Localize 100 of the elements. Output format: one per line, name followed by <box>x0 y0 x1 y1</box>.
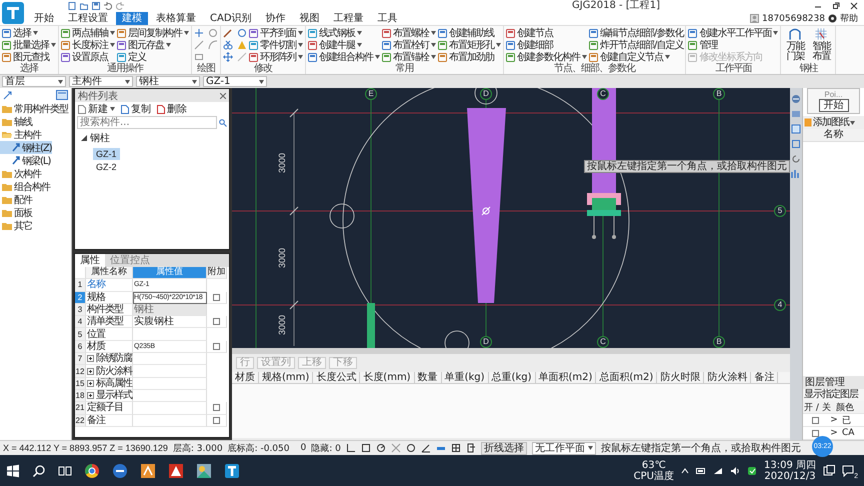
ribbon-button[interactable]: 创建牛腿 <box>308 39 380 51</box>
menu-tab[interactable]: 表格算量 <box>150 12 202 25</box>
windows-icon[interactable] <box>6 464 20 478</box>
tree-item[interactable]: 常用构件类型 <box>0 102 71 115</box>
toolbar-button[interactable]: 复制 <box>121 102 151 116</box>
ribbon-button[interactable]: 两点辅轴 <box>61 27 115 39</box>
rectangle-icon[interactable] <box>194 52 204 62</box>
work-plane-dropdown[interactable]: 无工作平面 <box>532 442 596 454</box>
expand-icon[interactable] <box>87 368 94 375</box>
tree-item[interactable]: 钢梁(L) <box>0 154 71 167</box>
wifi-icon[interactable] <box>713 466 723 474</box>
ribbon-button[interactable]: 创建组合构件 <box>308 51 380 63</box>
ribbon-button[interactable]: 图元查找 <box>2 51 56 63</box>
menu-tab[interactable]: 工程设置 <box>62 12 114 25</box>
expander-icon[interactable] <box>81 135 87 141</box>
polyline-select-button[interactable]: 折线选择 <box>480 442 527 454</box>
app-logo-icon[interactable] <box>2 2 24 24</box>
battery-icon[interactable] <box>696 466 706 474</box>
move-icon[interactable] <box>223 52 233 62</box>
toolbar-button[interactable]: 删除 <box>157 102 187 116</box>
plus-icon[interactable] <box>194 28 204 38</box>
property-value-field[interactable] <box>133 378 207 390</box>
ribbon-button[interactable]: 零件切割 <box>249 39 303 51</box>
tree-item[interactable]: 钢柱 <box>90 131 110 145</box>
chevron-icon[interactable] <box>681 466 689 474</box>
app-icon[interactable] <box>112 462 128 478</box>
new-file-icon[interactable] <box>68 2 76 10</box>
ribbon-button[interactable]: 管理 <box>688 39 778 51</box>
ortho-icon[interactable] <box>346 443 356 453</box>
tree-item[interactable]: 配件 <box>0 193 71 206</box>
ribbon-button[interactable]: 创建细部 <box>506 39 587 51</box>
checkbox[interactable] <box>812 416 818 424</box>
property-value-field[interactable] <box>133 402 207 415</box>
property-value-field[interactable] <box>133 365 207 378</box>
expand-icon[interactable] <box>87 380 94 387</box>
drawing-canvas[interactable]: E D C B D C B 5 4 3000 3000 3000 按鼠标左键指定第一个角点，或拾取构件图元 <box>232 88 790 348</box>
property-value-field[interactable] <box>133 353 207 366</box>
ribbon-button[interactable]: 万能门架 <box>783 27 808 63</box>
component-dropdown[interactable]: GZ-1 <box>203 76 267 87</box>
cross-icon[interactable] <box>390 443 401 453</box>
tree-item[interactable]: 组合构件 <box>0 180 71 193</box>
save-icon[interactable] <box>92 2 100 10</box>
start-button[interactable]: 开始 <box>818 99 848 112</box>
circle-icon[interactable] <box>406 443 416 453</box>
ribbon-button[interactable]: 创建辅助线 <box>438 27 501 39</box>
menu-tab[interactable]: 建模 <box>116 12 148 25</box>
bars-icon[interactable] <box>791 169 801 179</box>
ribbon-button[interactable]: 炸开节点细部/自定义 <box>589 39 684 51</box>
menu-tab[interactable]: CAD识别 <box>204 12 258 25</box>
browser-icon[interactable] <box>84 462 100 478</box>
add-drawing-button[interactable]: 添加图纸 <box>803 116 864 129</box>
checkbox[interactable] <box>812 430 818 436</box>
tree-item[interactable]: 主构件 <box>0 128 71 141</box>
ribbon-button[interactable]: 设置原点 <box>61 51 115 63</box>
panel-tab[interactable]: 属性 <box>75 254 105 267</box>
help-icon[interactable] <box>828 14 837 23</box>
globe-icon[interactable] <box>791 94 801 104</box>
floor-dropdown[interactable]: 首层 <box>2 76 66 87</box>
property-value-field[interactable] <box>133 414 207 427</box>
checkbox[interactable] <box>213 416 220 424</box>
folder-icon[interactable] <box>80 2 88 10</box>
ribbon-button[interactable]: 创建节点 <box>506 27 587 39</box>
menu-tab[interactable]: 视图 <box>294 12 326 25</box>
ribbon-button[interactable]: 布置加劲肋 <box>438 51 501 63</box>
app-icon[interactable] <box>140 462 156 478</box>
pencil-icon[interactable] <box>223 28 233 38</box>
checkbox[interactable] <box>213 318 220 326</box>
expand-icon[interactable] <box>87 392 94 400</box>
line-icon[interactable] <box>194 40 204 50</box>
search-icon[interactable] <box>32 464 46 478</box>
toolbar-button[interactable]: 新建 <box>78 102 115 116</box>
user-account-button[interactable]: 18705698238 <box>762 12 825 24</box>
undo-icon[interactable] <box>104 2 112 10</box>
category-dropdown[interactable]: 主构件 <box>69 76 133 87</box>
window-icon[interactable] <box>56 90 68 100</box>
ribbon-button[interactable]: 选择 <box>2 27 56 39</box>
restore-icon[interactable] <box>832 2 840 10</box>
snap-icon[interactable] <box>376 443 386 453</box>
ribbon-button[interactable]: 布置锚栓 <box>382 51 436 63</box>
tree-item[interactable]: GZ-2 <box>93 161 120 173</box>
ribbon-button[interactable]: 创建水平工作平面 <box>688 27 778 39</box>
speaker-icon[interactable] <box>730 466 740 474</box>
app-icon[interactable] <box>224 462 240 478</box>
document-icon[interactable] <box>466 443 476 453</box>
color-dropdown[interactable]: > <box>830 428 838 438</box>
ribbon-button[interactable]: 图元存盘 <box>117 39 189 51</box>
ribbon-button[interactable]: 布置栓钉 <box>382 39 436 51</box>
tree-item[interactable]: 其它 <box>0 219 71 232</box>
arc-icon[interactable] <box>208 40 218 50</box>
ribbon-button[interactable]: 层间复制构件 <box>117 27 189 39</box>
property-value-field[interactable] <box>133 328 207 341</box>
angle-icon[interactable] <box>420 443 431 453</box>
type-dropdown[interactable]: 钢柱 <box>136 76 200 87</box>
window-icon[interactable] <box>791 124 801 134</box>
ribbon-button[interactable]: 平齐到面 <box>249 27 303 39</box>
tree-item[interactable]: 钢柱(Z) <box>0 141 52 154</box>
app-icon[interactable] <box>747 466 757 476</box>
ribbon-button[interactable]: 批量选择 <box>2 39 56 51</box>
checkbox[interactable] <box>213 342 220 350</box>
property-value-field[interactable] <box>133 390 207 402</box>
